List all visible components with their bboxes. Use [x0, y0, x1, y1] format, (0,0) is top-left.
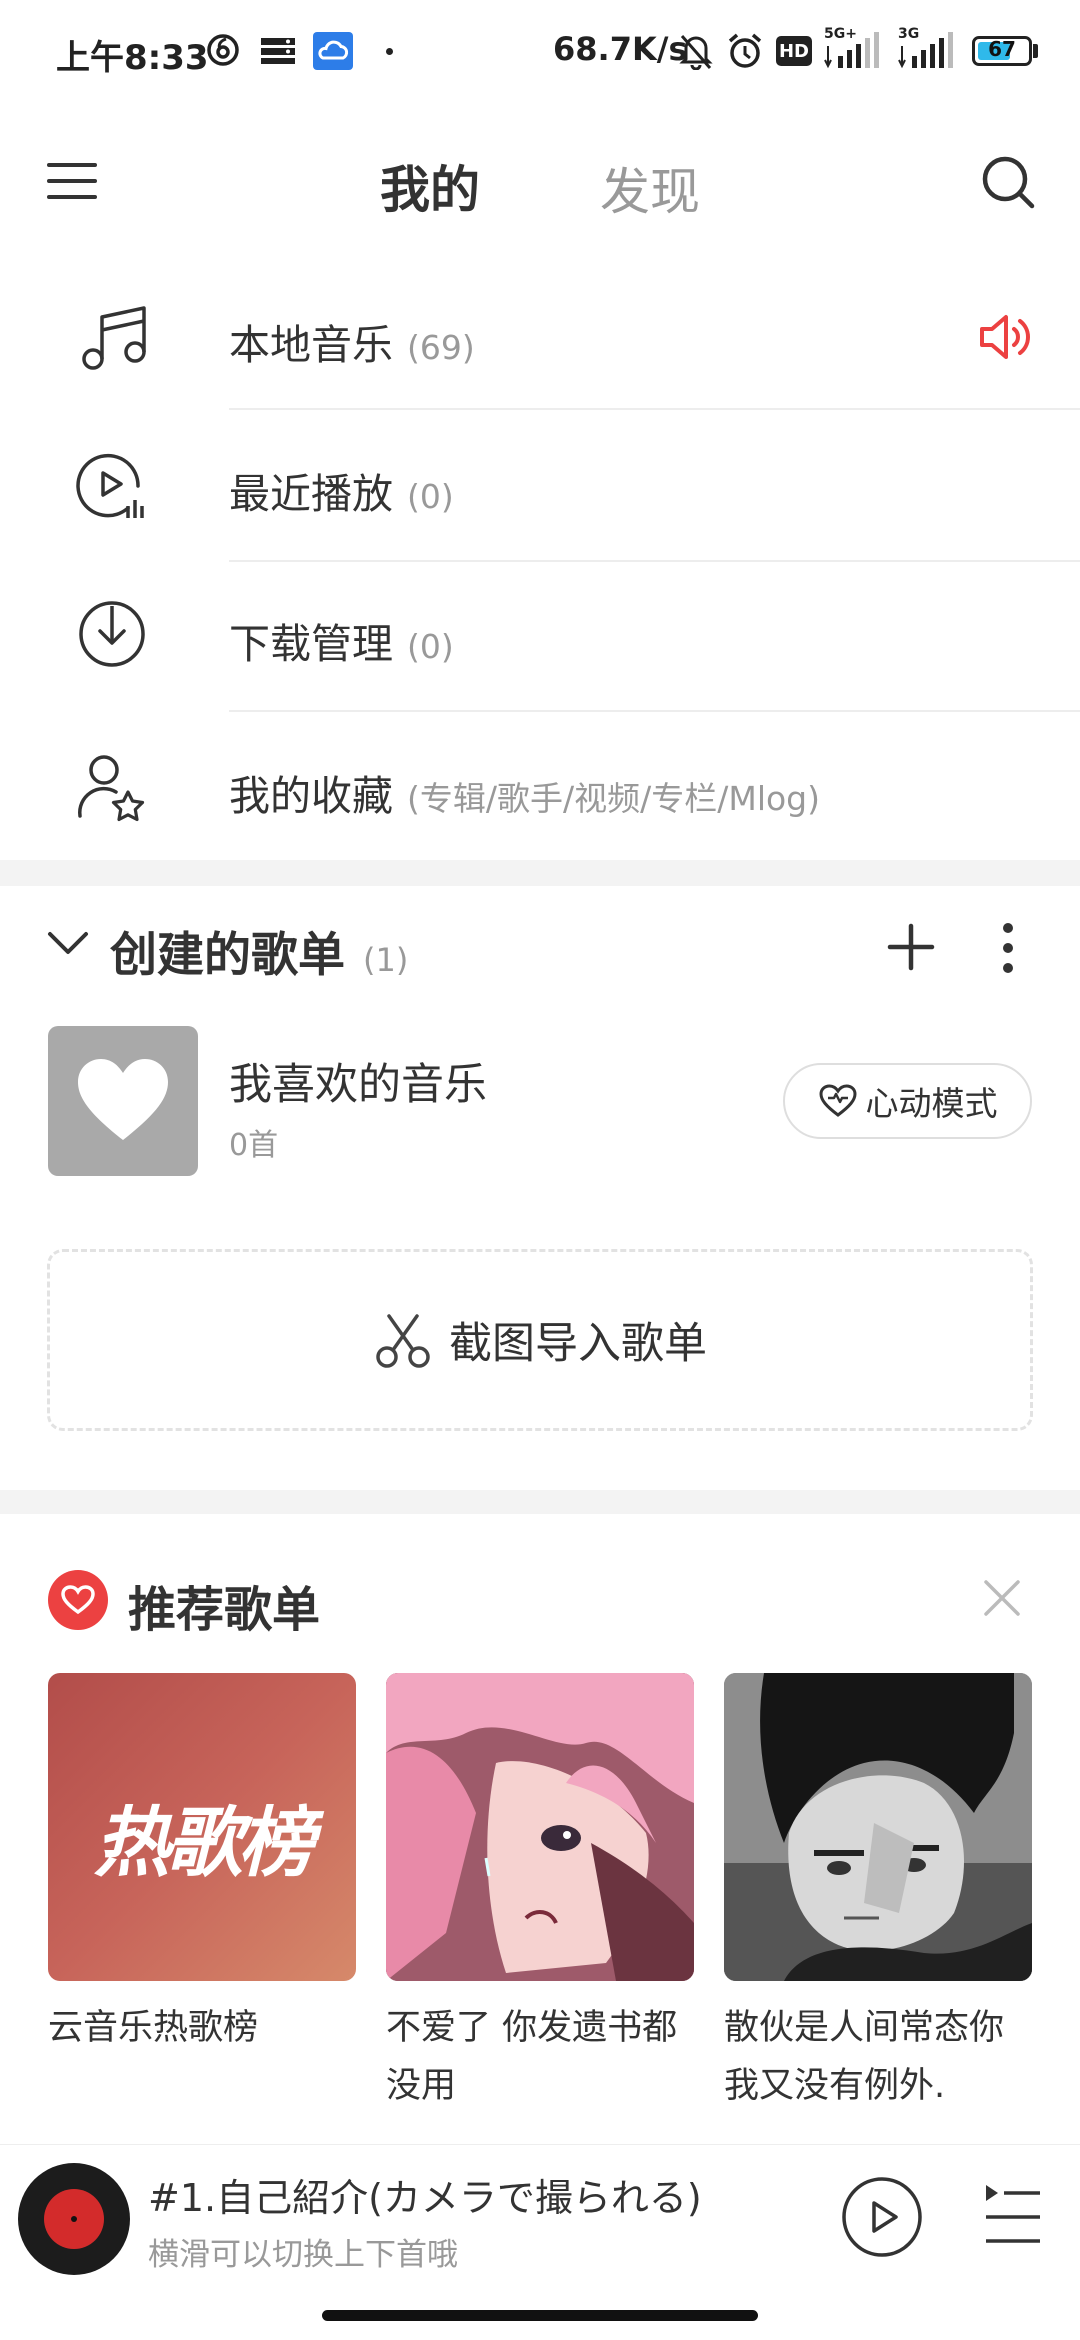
card-cover: 热歌榜	[48, 1673, 356, 1981]
card-title: 不爱了 你发遗书都没用	[386, 2008, 678, 2106]
network-speed: 68.7K/s	[553, 30, 688, 68]
menu-row-favorites[interactable]: 我的收藏 (专辑/歌手/视频/专栏/Mlog)	[0, 712, 1080, 860]
created-playlists-title: 创建的歌单	[110, 928, 345, 983]
search-icon	[982, 156, 1035, 209]
recommended-header: 推荐歌单	[0, 1540, 900, 1640]
recommended-card[interactable]: 不爱了 你发遗书都没用	[386, 1673, 694, 2133]
more-vertical-icon	[1003, 923, 1013, 973]
playlist-queue-button[interactable]	[982, 2181, 1044, 2251]
battery-level: 67	[988, 37, 1016, 61]
recent-play-icon	[76, 450, 148, 526]
anime-girl-artwork	[386, 1673, 694, 1981]
hamburger-icon	[47, 163, 97, 199]
card-cover	[724, 1673, 1032, 1981]
menu-row-text: 我的收藏 (专辑/歌手/视频/专栏/Mlog)	[229, 762, 820, 822]
anime-boy-artwork	[724, 1673, 1032, 1981]
recommend-heart-icon	[48, 1570, 108, 1630]
menu-count: (0)	[407, 477, 454, 516]
queue-list-icon	[986, 2185, 1040, 2243]
heart-mode-label: 心动模式	[865, 1084, 998, 1123]
menu-count: (69)	[407, 328, 475, 367]
import-playlist-button[interactable]: 截图导入歌单	[47, 1249, 1033, 1431]
notification-dot-icon	[386, 48, 393, 55]
status-bar: 上午8:33 68.7K/s HD 5G+ 3G 67	[0, 0, 1080, 100]
recommended-card[interactable]: 热歌榜 云音乐热歌榜	[48, 1673, 356, 2133]
card-title: 云音乐热歌榜	[48, 2008, 259, 2048]
playlist-song-count: 0首	[229, 1128, 279, 1163]
plus-icon	[887, 923, 935, 971]
tab-mine[interactable]: 我的	[380, 150, 480, 222]
hd-icon: HD	[776, 36, 812, 66]
card-cover	[386, 1673, 694, 1981]
menu-button[interactable]	[44, 158, 106, 208]
menu-row-recent[interactable]: 最近播放 (0)	[0, 410, 1080, 558]
home-indicator[interactable]	[322, 2310, 758, 2321]
heart-mode-icon	[818, 1084, 857, 1117]
more-options-button[interactable]	[988, 922, 1028, 974]
card-title: 散伙是人间常态你我又没有例外.	[724, 2008, 1005, 2106]
menu-count: (0)	[407, 627, 454, 666]
user-star-icon	[76, 752, 148, 828]
playlist-item-liked[interactable]: 我喜欢的音乐 0首	[0, 1020, 760, 1180]
play-circle-icon	[842, 2177, 922, 2257]
created-playlists-title-row: 创建的歌单 (1)	[110, 916, 408, 985]
menu-row-text: 最近播放 (0)	[229, 460, 454, 520]
hd-label: HD	[778, 40, 809, 62]
created-playlists-header[interactable]: 创建的歌单 (1)	[0, 886, 840, 1006]
recommended-card[interactable]: 散伙是人间常态你我又没有例外.	[724, 1673, 1032, 2133]
mini-player[interactable]: #1.自己紹介(カメラで撮られる) 横滑可以切换上下首哦	[0, 2144, 1080, 2297]
battery-tip	[1033, 44, 1038, 58]
tab-discover[interactable]: 发现	[600, 152, 700, 224]
section-separator	[0, 1490, 1080, 1514]
recommended-title: 推荐歌单	[128, 1582, 321, 1638]
menu-label: 本地音乐	[229, 321, 393, 369]
search-button[interactable]	[978, 152, 1038, 212]
cloud-app-icon	[313, 32, 353, 74]
player-song-title: #1.自己紹介(カメラで撮られる)	[148, 2176, 702, 2220]
storage-icon	[260, 37, 296, 69]
vinyl-disc-icon	[18, 2163, 130, 2275]
download-icon	[76, 598, 148, 674]
created-playlists-count: (1)	[363, 941, 409, 979]
chevron-down-icon	[46, 928, 90, 962]
menu-label: 我的收藏	[229, 772, 393, 820]
signal-3g-icon: 3G	[896, 26, 962, 70]
menu-count: (专辑/歌手/视频/专栏/Mlog)	[407, 779, 820, 818]
menu-label: 下载管理	[229, 620, 393, 668]
heart-mode-button[interactable]: 心动模式	[783, 1063, 1032, 1139]
play-button[interactable]	[840, 2175, 924, 2259]
scissors-icon	[376, 1314, 430, 1368]
cover-title-text: 热歌榜	[94, 1798, 314, 1887]
close-icon	[984, 1580, 1020, 1616]
alarm-icon	[726, 32, 764, 74]
menu-row-text: 本地音乐 (69)	[229, 311, 475, 371]
signal-5g-icon: 5G+	[822, 26, 888, 70]
status-time: 上午8:33	[56, 38, 209, 78]
bell-mute-icon	[678, 32, 714, 74]
playlist-name: 我喜欢的音乐	[229, 1060, 487, 1110]
music-note-icon	[76, 302, 152, 382]
menu-label: 最近播放	[229, 470, 393, 518]
close-recommended-button[interactable]	[982, 1578, 1022, 1618]
menu-row-local-music[interactable]: 本地音乐 (69)	[0, 276, 1080, 408]
battery-icon: 67	[972, 36, 1032, 66]
section-separator	[0, 860, 1080, 886]
menu-row-download[interactable]: 下载管理 (0)	[0, 562, 1080, 710]
playlist-cover	[48, 1026, 198, 1176]
heart-icon	[78, 1059, 168, 1140]
menu-row-text: 下载管理 (0)	[229, 610, 454, 670]
player-hint: 横滑可以切换上下首哦	[148, 2237, 458, 2273]
import-playlist-label: 截图导入歌单	[449, 1319, 707, 1369]
add-playlist-button[interactable]	[886, 922, 936, 972]
speaker-playing-icon[interactable]	[976, 308, 1034, 370]
netease-music-icon	[206, 33, 240, 71]
